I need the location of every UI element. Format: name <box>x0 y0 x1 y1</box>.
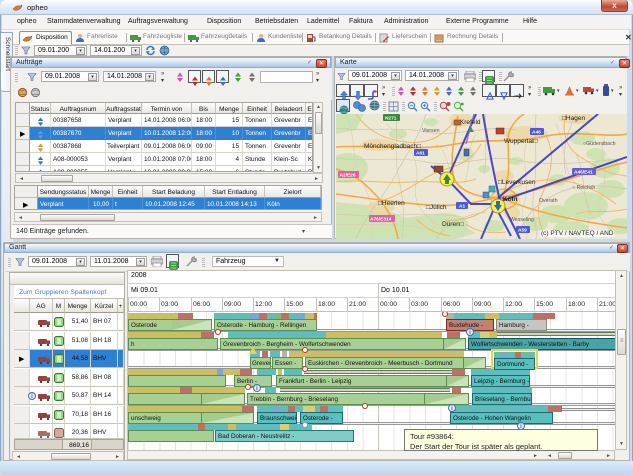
svg-text:○ Reichsh.: ○ Reichsh. <box>572 185 597 191</box>
svg-text:A46: A46 <box>532 130 541 136</box>
svg-text:□Jülich: □Jülich <box>426 204 447 211</box>
svg-text:Düren□: Düren□ <box>442 221 464 228</box>
svg-text:A76/E314: A76/E314 <box>370 217 392 223</box>
svg-text:N271: N271 <box>385 116 397 122</box>
svg-text:Wesseling: Wesseling <box>510 217 534 223</box>
svg-text:A1: A1 <box>459 204 465 210</box>
svg-text:A2/E26: A2/E26 <box>340 173 356 179</box>
svg-text:○Güdensbach: ○Güdensbach <box>583 141 616 147</box>
svg-text:□Hagen: □Hagen <box>562 115 585 122</box>
svg-text:A45/E41: A45/E41 <box>574 170 593 176</box>
svg-text:Wuppertal□: Wuppertal□ <box>504 138 538 145</box>
svg-text:Mönchengladbach□: Mönchengladbach□ <box>364 143 421 150</box>
svg-text:A61: A61 <box>416 151 425 157</box>
svg-text:□Leverkusen: □Leverkusen <box>498 179 536 186</box>
svg-text:A59: A59 <box>518 228 527 234</box>
svg-text:□Heerlen: □Heerlen <box>378 200 405 207</box>
svg-text:Viersen: Viersen <box>422 128 440 134</box>
svg-text:Overath: Overath <box>539 198 558 204</box>
